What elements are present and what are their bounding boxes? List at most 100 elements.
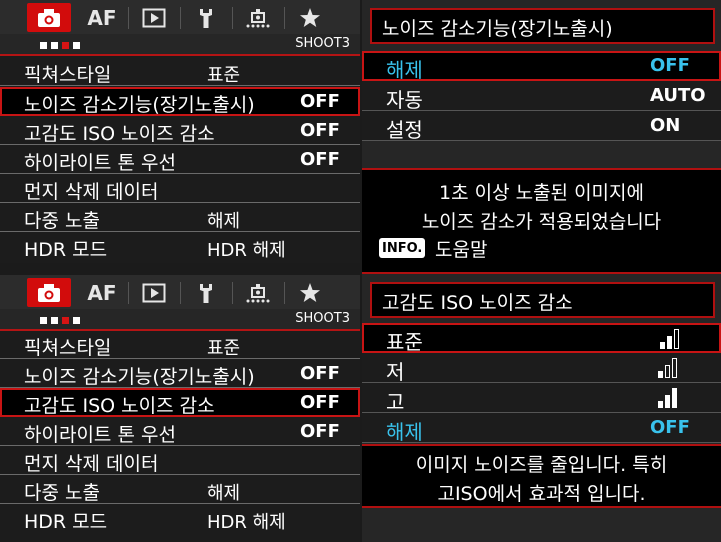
option-off[interactable]: 해제 OFF bbox=[362, 51, 721, 82]
tab-setup[interactable] bbox=[184, 3, 228, 32]
menu-item-long-exposure-nr[interactable]: 노이즈 감소기능(장기노출시) OFF bbox=[0, 359, 360, 388]
menu-item-label: 고감도 ISO 노이즈 감소 bbox=[24, 123, 215, 145]
nr-level-indicator bbox=[660, 329, 682, 349]
menu-item-value: HDR 해제 bbox=[207, 240, 286, 261]
tab-shooting[interactable] bbox=[27, 278, 71, 307]
tab-af[interactable]: AF bbox=[80, 278, 124, 307]
menu-item-hdr-mode[interactable]: HDR 모드 HDR 해제 bbox=[0, 504, 360, 533]
custom-function-icon bbox=[246, 8, 270, 27]
option-value: OFF bbox=[650, 55, 690, 76]
menu-item-label: HDR 모드 bbox=[24, 511, 108, 533]
menu-item-value: 표준 bbox=[207, 65, 241, 86]
menu-item-picture-style[interactable]: 픽쳐스타일 표준 bbox=[0, 330, 360, 359]
menu-item-value: OFF bbox=[300, 363, 340, 384]
tab-af[interactable]: AF bbox=[80, 3, 124, 32]
page-label: SHOOT3 bbox=[295, 36, 350, 51]
tab-af-label: AF bbox=[87, 280, 117, 305]
custom-function-icon bbox=[246, 283, 270, 302]
option-high[interactable]: 고 bbox=[362, 383, 721, 414]
option-value: OFF bbox=[650, 417, 690, 438]
menu-page-bar: SHOOT3 bbox=[0, 309, 360, 331]
option-off[interactable]: 해제 OFF bbox=[362, 413, 721, 444]
tab-setup[interactable] bbox=[184, 278, 228, 307]
tab-playback[interactable] bbox=[132, 3, 176, 32]
option-low[interactable]: 저 bbox=[362, 353, 721, 384]
panel-title: 노이즈 감소기능(장기노출시) bbox=[382, 18, 613, 40]
menu-item-value: OFF bbox=[300, 392, 340, 413]
tab-shooting[interactable] bbox=[27, 3, 71, 32]
panel-title-bar: 노이즈 감소기능(장기노출시) bbox=[370, 8, 715, 44]
shooting-menu-panel-top: AF SHOOT3 픽쳐스타일 표준 노이즈 감소기능(장기노출시) OFF 고… bbox=[0, 0, 360, 263]
info-button-badge[interactable]: INFO. bbox=[379, 238, 426, 258]
menu-item-label: 먼지 삭제 데이터 bbox=[24, 453, 159, 475]
menu-item-value: OFF bbox=[300, 149, 340, 170]
help-line-1: 이미지 노이즈를 줄입니다. 특히 bbox=[415, 454, 668, 476]
menu-item-dust-delete-data[interactable]: 먼지 삭제 데이터 bbox=[0, 446, 360, 475]
star-icon bbox=[300, 7, 320, 27]
tab-custom-functions[interactable] bbox=[236, 3, 280, 32]
wrench-icon bbox=[200, 283, 212, 303]
tab-af-label: AF bbox=[87, 5, 117, 30]
option-on[interactable]: 설정 ON bbox=[362, 111, 721, 142]
help-line-1: 1초 이상 노출된 이미지에 bbox=[438, 182, 644, 204]
nr-level-indicator bbox=[658, 358, 680, 378]
tab-my-menu[interactable] bbox=[288, 3, 332, 32]
help-label: 도움말 bbox=[435, 239, 488, 261]
menu-item-value: 해제 bbox=[207, 483, 241, 504]
menu-item-label: 고감도 ISO 노이즈 감소 bbox=[24, 395, 215, 417]
camera-icon bbox=[38, 283, 60, 302]
menu-item-label: 노이즈 감소기능(장기노출시) bbox=[24, 94, 255, 116]
menu-item-label: 다중 노출 bbox=[24, 210, 100, 232]
menu-item-multiple-exposure[interactable]: 다중 노출 해제 bbox=[0, 475, 360, 504]
menu-item-label: 하이라이트 톤 우선 bbox=[24, 152, 176, 174]
option-value: ON bbox=[650, 115, 681, 136]
menu-item-value: 해제 bbox=[207, 211, 241, 232]
menu-item-hdr-mode[interactable]: HDR 모드 HDR 해제 bbox=[0, 232, 360, 261]
option-label: 표준 bbox=[386, 330, 423, 354]
menu-item-value: 표준 bbox=[207, 338, 241, 359]
tab-my-menu[interactable] bbox=[288, 278, 332, 307]
menu-item-label: 픽쳐스타일 bbox=[24, 64, 112, 86]
shooting-menu-panel-bottom: AF SHOOT3 픽쳐스타일 표준 노이즈 감소기능(장기노출시) OFF 고… bbox=[0, 275, 360, 542]
menu-tab-bar: AF bbox=[0, 275, 360, 309]
menu-item-highlight-tone-priority[interactable]: 하이라이트 톤 우선 OFF bbox=[0, 145, 360, 174]
menu-item-multiple-exposure[interactable]: 다중 노출 해제 bbox=[0, 203, 360, 232]
menu-item-picture-style[interactable]: 픽쳐스타일 표준 bbox=[0, 57, 360, 86]
option-value: AUTO bbox=[650, 85, 706, 106]
star-icon bbox=[300, 282, 320, 302]
menu-page-bar: SHOOT3 bbox=[0, 34, 360, 56]
option-label: 저 bbox=[386, 360, 405, 384]
camera-icon bbox=[38, 8, 60, 27]
panel-title: 고감도 ISO 노이즈 감소 bbox=[382, 292, 573, 314]
play-icon bbox=[142, 8, 166, 27]
menu-item-label: 픽쳐스타일 bbox=[24, 337, 112, 359]
option-label: 자동 bbox=[386, 88, 423, 112]
menu-item-label: 먼지 삭제 데이터 bbox=[24, 181, 159, 203]
menu-item-label: 다중 노출 bbox=[24, 482, 100, 504]
menu-item-high-iso-nr[interactable]: 고감도 ISO 노이즈 감소 OFF bbox=[0, 388, 360, 417]
menu-item-label: 노이즈 감소기능(장기노출시) bbox=[24, 366, 255, 388]
high-iso-nr-panel: 고감도 ISO 노이즈 감소 표준 저 고 해제 OFF 이미지 노이즈를 줄입… bbox=[362, 274, 721, 542]
menu-item-dust-delete-data[interactable]: 먼지 삭제 데이터 bbox=[0, 174, 360, 203]
help-text-box: 1초 이상 노출된 이미지에 노이즈 감소가 적용되었습니다 INFO. 도움말 bbox=[362, 168, 721, 274]
tab-playback[interactable] bbox=[132, 278, 176, 307]
menu-item-highlight-tone-priority[interactable]: 하이라이트 톤 우선 OFF bbox=[0, 417, 360, 446]
option-standard[interactable]: 표준 bbox=[362, 323, 721, 354]
help-text-box: 이미지 노이즈를 줄입니다. 특히 고ISO에서 효과적 입니다. bbox=[362, 444, 721, 508]
option-label: 설정 bbox=[386, 118, 423, 142]
option-label: 고 bbox=[386, 390, 405, 414]
menu-item-value: OFF bbox=[300, 421, 340, 442]
menu-item-value: OFF bbox=[300, 120, 340, 141]
menu-item-value: OFF bbox=[300, 91, 340, 112]
menu-item-long-exposure-nr[interactable]: 노이즈 감소기능(장기노출시) OFF bbox=[0, 87, 360, 116]
help-line-2: 노이즈 감소가 적용되었습니다 bbox=[421, 211, 662, 233]
tab-custom-functions[interactable] bbox=[236, 278, 280, 307]
page-indicator bbox=[40, 42, 80, 49]
help-line-2: 고ISO에서 효과적 입니다. bbox=[437, 483, 646, 505]
wrench-icon bbox=[200, 8, 212, 28]
option-label: 해제 bbox=[386, 58, 423, 82]
play-icon bbox=[142, 283, 166, 302]
menu-item-high-iso-nr[interactable]: 고감도 ISO 노이즈 감소 OFF bbox=[0, 116, 360, 145]
menu-item-label: HDR 모드 bbox=[24, 239, 108, 261]
option-auto[interactable]: 자동 AUTO bbox=[362, 81, 721, 112]
